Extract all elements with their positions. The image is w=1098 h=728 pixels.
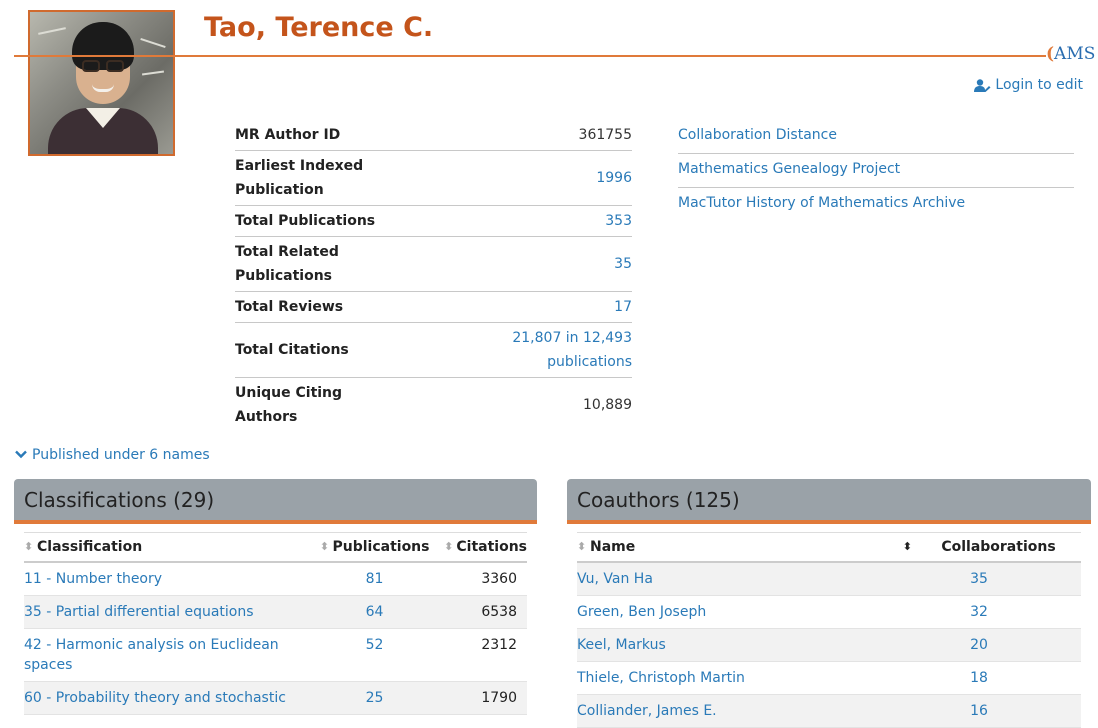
coauthors-title: Coauthors (125) xyxy=(577,487,740,512)
citations-count: 1790 xyxy=(435,681,527,715)
classifications-panel: Classifications (29) ⬍ Classification ⬍ Pu… xyxy=(14,479,537,715)
sort-icon: ⬍ xyxy=(577,540,587,553)
author-stats-table: MR Author ID 361755 Earliest Indexed Pub… xyxy=(235,120,632,432)
stat-value-link[interactable]: 1996 xyxy=(482,166,632,190)
publications-count-link[interactable]: 52 xyxy=(366,637,384,653)
table-row: Colliander, James E. 16 xyxy=(577,694,1081,728)
math-genealogy-link[interactable]: Mathematics Genealogy Project xyxy=(678,154,1074,188)
publications-count-link[interactable]: 81 xyxy=(366,571,384,587)
mactutor-link[interactable]: MacTutor History of Mathematics Archive xyxy=(678,188,1074,221)
citations-count: 6538 xyxy=(435,595,527,629)
stat-label: Unique Citing Authors xyxy=(235,385,343,425)
column-header-publications[interactable]: ⬍ Publications xyxy=(314,532,435,563)
user-edit-icon xyxy=(974,78,991,92)
collaboration-distance-link[interactable]: Collaboration Distance xyxy=(678,120,1074,154)
stat-label: Total Publications xyxy=(235,213,376,229)
stat-label: Total Related Publications xyxy=(235,244,339,284)
collaborations-count-link[interactable]: 35 xyxy=(970,571,988,587)
table-row: Green, Ben Joseph 32 xyxy=(577,595,1081,629)
login-to-edit-link[interactable]: Login to edit xyxy=(974,77,1083,93)
stat-row-unique-citing-authors: Unique Citing Authors 10,889 xyxy=(235,378,632,432)
publications-count-link[interactable]: 64 xyxy=(366,604,384,620)
coauthors-panel: Coauthors (125) ⬍ Name ⬍ Collaborations Vu… xyxy=(567,479,1091,728)
coauthors-panel-header: Coauthors (125) xyxy=(567,479,1091,524)
table-row: Keel, Markus 20 xyxy=(577,628,1081,662)
classification-link[interactable]: 60 - Probability theory and stochastic xyxy=(24,690,286,706)
classifications-table: ⬍ Classification ⬍ Publications ⬍ Citations… xyxy=(24,532,527,715)
stat-row-total-reviews: Total Reviews 17 xyxy=(235,292,632,323)
collaborations-count-link[interactable]: 18 xyxy=(970,670,988,686)
author-photo xyxy=(28,10,175,156)
citations-count: 3360 xyxy=(435,562,527,596)
table-row: Vu, Van Ha 35 xyxy=(577,562,1081,596)
stat-value-link[interactable]: 353 xyxy=(482,209,632,233)
stat-label: Total Reviews xyxy=(235,299,344,315)
stat-value: 361755 xyxy=(578,127,632,143)
stat-row-total-citations: Total Citations 21,807 in 12,493 publica… xyxy=(235,323,632,378)
column-header-citations[interactable]: ⬍ Citations xyxy=(435,532,527,563)
ams-logo[interactable]: (AMS xyxy=(1046,44,1095,68)
sort-desc-icon: ⬍ xyxy=(902,540,912,553)
stat-row-earliest-publication: Earliest Indexed Publication 1996 xyxy=(235,151,632,206)
login-to-edit-label: Login to edit xyxy=(995,77,1083,93)
citations-count: 2312 xyxy=(435,628,527,682)
coauthors-table: ⬍ Name ⬍ Collaborations Vu, Van Ha 35 Gree… xyxy=(577,532,1081,728)
table-row: 60 - Probability theory and stochastic 2… xyxy=(24,681,527,715)
publications-count-link[interactable]: 25 xyxy=(366,690,384,706)
stat-value-link[interactable]: 35 xyxy=(482,252,632,276)
published-under-label: Published under 6 names xyxy=(32,447,210,463)
author-name: Tao, Terence C. xyxy=(204,12,434,43)
stat-row-total-publications: Total Publications 353 xyxy=(235,206,632,237)
table-row: 11 - Number theory 81 3360 xyxy=(24,562,527,596)
classification-link[interactable]: 42 - Harmonic analysis on Euclidean spac… xyxy=(24,637,279,673)
collaborations-count-link[interactable]: 32 xyxy=(970,604,988,620)
external-links: Collaboration Distance Mathematics Genea… xyxy=(678,120,1074,221)
stat-value-link[interactable]: 21,807 in 12,493 publications xyxy=(482,326,632,374)
column-header-classification[interactable]: ⬍ Classification xyxy=(24,532,314,563)
classifications-title: Classifications (29) xyxy=(24,487,215,512)
header-divider xyxy=(14,55,1046,57)
stat-label: Total Citations xyxy=(235,342,349,358)
stat-value-link[interactable]: 17 xyxy=(482,295,632,319)
table-row: Thiele, Christoph Martin 18 xyxy=(577,661,1081,695)
table-row: 35 - Partial differential equations 64 6… xyxy=(24,595,527,629)
sort-icon: ⬍ xyxy=(444,540,454,553)
column-header-collaborations[interactable]: ⬍ Collaborations xyxy=(877,532,1081,563)
stat-row-mr-author-id: MR Author ID 361755 xyxy=(235,120,632,151)
chevron-down-icon xyxy=(15,447,27,463)
sort-icon: ⬍ xyxy=(319,540,330,553)
coauthor-link[interactable]: Vu, Van Ha xyxy=(577,571,653,587)
classifications-panel-header: Classifications (29) xyxy=(14,479,537,524)
published-under-toggle[interactable]: Published under 6 names xyxy=(15,447,210,463)
table-row: 42 - Harmonic analysis on Euclidean spac… xyxy=(24,628,527,682)
classification-link[interactable]: 35 - Partial differential equations xyxy=(24,604,254,620)
coauthor-link[interactable]: Keel, Markus xyxy=(577,637,666,653)
coauthor-link[interactable]: Thiele, Christoph Martin xyxy=(577,670,745,686)
stat-value: 10,889 xyxy=(583,397,632,413)
collaborations-count-link[interactable]: 20 xyxy=(970,637,988,653)
column-header-name[interactable]: ⬍ Name xyxy=(577,532,877,563)
stat-label: MR Author ID xyxy=(235,127,341,143)
stat-label: Earliest Indexed Publication xyxy=(235,158,364,198)
classification-link[interactable]: 11 - Number theory xyxy=(24,571,162,587)
stat-row-total-related-publications: Total Related Publications 35 xyxy=(235,237,632,292)
coauthor-link[interactable]: Green, Ben Joseph xyxy=(577,604,706,620)
sort-icon: ⬍ xyxy=(24,540,34,553)
